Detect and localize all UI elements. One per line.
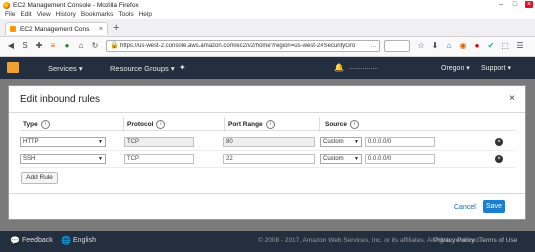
reload-icon[interactable]: ↻ [90, 41, 100, 51]
firefox-logo-icon [3, 1, 10, 9]
footer-divider [9, 193, 525, 194]
column-port-range: Port Range i [228, 120, 275, 129]
window-title: EC2 Management Console - Mozilla Firefox [13, 1, 139, 9]
search-field[interactable] [384, 40, 410, 52]
tab-close-icon[interactable]: × [99, 26, 103, 33]
green-extension-icon[interactable]: ● [62, 41, 72, 51]
extension-red-icon[interactable]: ● [472, 41, 482, 51]
rule-port-field: 80 [223, 137, 315, 147]
rule-source-mode-select[interactable]: Custom ▼ [320, 137, 362, 147]
menu-bar: File Edit View History Bookmarks Tools H… [0, 10, 535, 19]
info-icon: i [40, 120, 50, 129]
chevron-down-icon: ▼ [354, 139, 359, 145]
save-button[interactable]: Save [483, 200, 505, 213]
dialog-close-icon[interactable]: × [509, 93, 515, 104]
column-type: Type i [23, 120, 50, 129]
back-icon[interactable]: ◀ [6, 41, 16, 51]
menu-file[interactable]: File [5, 11, 15, 18]
minimize-icon[interactable]: – [497, 1, 505, 8]
menu-extension-icon[interactable]: ≡ [48, 41, 58, 51]
account-menu[interactable]: ............... [349, 64, 378, 71]
navigation-toolbar: ◀ S ✚ ≡ ● ⌂ ↻ 🔒 https://us-west-2.consol… [0, 37, 535, 57]
rule-source-input[interactable]: 0.0.0.0/0 [365, 137, 435, 147]
feedback-link[interactable]: Feedback [22, 237, 53, 244]
aws-footer: 💬 Feedback 🌐 English © 2008 - 2017, Amaz… [0, 231, 535, 252]
menu-bookmarks[interactable]: Bookmarks [81, 11, 114, 18]
aws-favicon-icon [10, 26, 16, 32]
window-titlebar: EC2 Management Console - Mozilla Firefox… [0, 0, 535, 10]
url-bar[interactable]: 🔒 https://us-west-2.console.aws.amazon.c… [106, 40, 380, 52]
menu-history[interactable]: History [56, 11, 76, 18]
language-selector[interactable]: English [73, 237, 96, 244]
rule-port-field[interactable]: 22 [223, 154, 315, 164]
extension-puzzle-icon[interactable]: ⬚ [500, 41, 510, 51]
remove-rule-icon[interactable]: × [495, 138, 503, 146]
close-icon[interactable]: × [525, 1, 533, 8]
row-divider [20, 150, 515, 151]
rule-type-select[interactable]: SSH ▼ [20, 154, 106, 164]
privacy-policy-link[interactable]: Privacy Policy [434, 237, 474, 244]
header-divider [20, 130, 515, 131]
info-icon: i [265, 120, 275, 129]
aws-header: Services ▾ Resource Groups ▾ ✦ 🔔 .......… [0, 57, 535, 79]
column-source: Source i [325, 120, 360, 129]
globe-icon: 🌐 [61, 236, 71, 245]
rule-source-mode-select[interactable]: Custom ▼ [320, 154, 362, 164]
rule-source-input[interactable]: 0.0.0.0/0 [365, 154, 435, 164]
rule-protocol-field: TCP [124, 137, 194, 147]
add-rule-button[interactable]: Add Rule [21, 172, 58, 184]
bell-icon[interactable]: 🔔 [334, 63, 344, 72]
feedback-icon: 💬 [10, 236, 20, 245]
menu-tools[interactable]: Tools [118, 11, 133, 18]
home-button-icon[interactable]: ⌂ [444, 41, 454, 51]
new-tab-button[interactable]: + [113, 23, 119, 34]
services-menu[interactable]: Services ▾ [48, 64, 83, 73]
window-controls: – □ × [497, 1, 533, 8]
chevron-down-icon: ▼ [98, 139, 103, 145]
remove-rule-icon[interactable]: × [495, 155, 503, 163]
rule-type-select[interactable]: HTTP ▼ [20, 137, 106, 147]
tab-ec2-console[interactable]: EC2 Management Cons × [5, 22, 108, 35]
home-icon[interactable]: ⌂ [76, 41, 86, 51]
support-menu[interactable]: Support ▾ [481, 64, 511, 72]
url-text: https://us-west-2.console.aws.amazon.com… [120, 43, 356, 49]
reader-icon[interactable]: S [20, 41, 30, 51]
resource-groups-menu[interactable]: Resource Groups ▾ [110, 64, 175, 73]
rule-protocol-field: TCP [124, 154, 194, 164]
chevron-down-icon: ▼ [98, 156, 103, 162]
bookmark-star-icon[interactable]: ☆ [416, 41, 426, 51]
info-icon: i [350, 120, 360, 129]
tab-label: EC2 Management Cons [20, 25, 90, 33]
info-icon: i [156, 120, 166, 129]
extension-orange-icon[interactable]: ◉ [458, 41, 468, 51]
maximize-icon[interactable]: □ [511, 1, 519, 8]
edit-inbound-rules-dialog: Edit inbound rules × Type i Protocol i Por… [8, 85, 526, 220]
lock-icon: 🔒 [110, 42, 119, 49]
puzzle-icon[interactable]: ✚ [34, 41, 44, 51]
region-menu[interactable]: Oregon ▾ [441, 64, 470, 72]
menu-help[interactable]: Help [139, 11, 152, 18]
cancel-button[interactable]: Cancel [454, 204, 476, 211]
title-divider [9, 112, 525, 113]
dialog-title: Edit inbound rules [20, 94, 101, 105]
menu-view[interactable]: View [37, 11, 51, 18]
tab-strip: EC2 Management Cons × + [0, 19, 535, 37]
column-protocol: Protocol i [127, 120, 166, 129]
menu-edit[interactable]: Edit [20, 11, 31, 18]
url-overflow: ... [370, 43, 376, 49]
download-icon[interactable]: ⬇ [430, 41, 440, 51]
terms-of-use-link[interactable]: Terms of Use [479, 237, 517, 244]
aws-cube-logo-icon[interactable] [7, 62, 19, 73]
pin-icon[interactable]: ✦ [179, 63, 186, 72]
hamburger-menu-icon[interactable]: ☰ [515, 41, 525, 51]
row-divider [20, 167, 515, 168]
chevron-down-icon: ▼ [354, 156, 359, 162]
extension-green-icon[interactable]: ✔ [486, 41, 496, 51]
